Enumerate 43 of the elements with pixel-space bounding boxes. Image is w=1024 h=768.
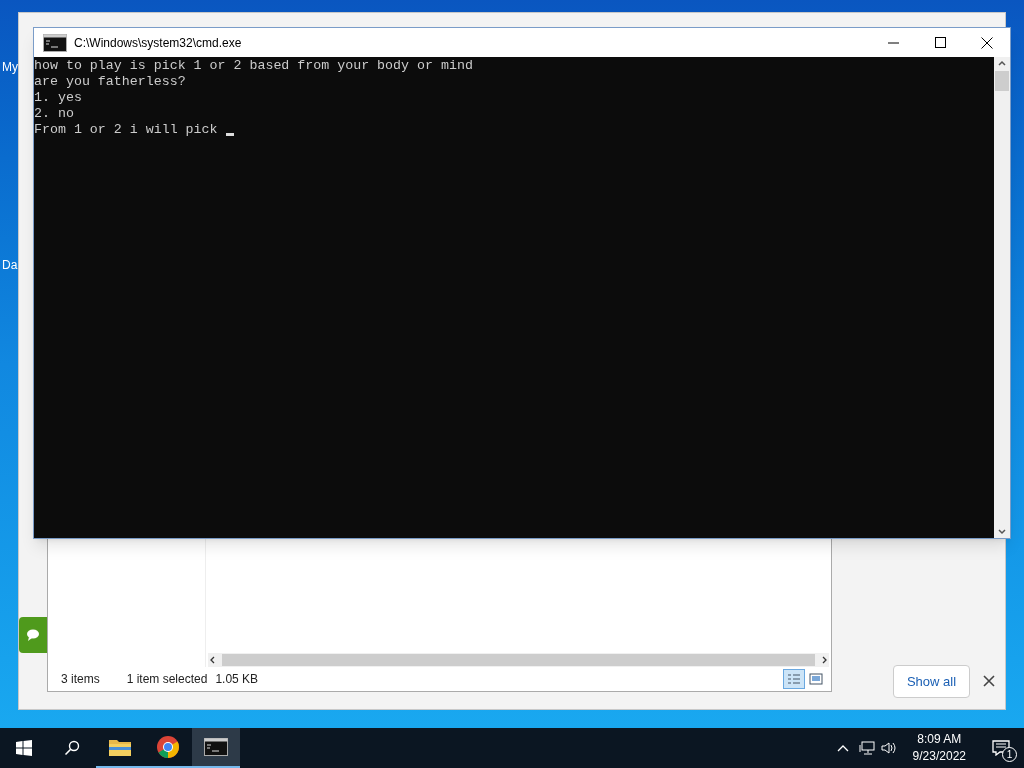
console-line: 2. no (34, 106, 74, 122)
desktop-icon-label[interactable]: Da (2, 256, 18, 274)
chat-icon (26, 628, 42, 642)
vertical-scrollbar[interactable] (994, 57, 1010, 538)
notification-button[interactable]: 1 (978, 728, 1024, 768)
scrollbar-thumb[interactable] (222, 654, 815, 666)
search-icon (64, 740, 80, 756)
network-icon[interactable] (858, 741, 875, 755)
browser-icon (156, 735, 180, 759)
taskbar-app-button[interactable] (192, 728, 240, 768)
message-icon (992, 740, 1010, 756)
windows-logo-icon (16, 740, 32, 756)
file-size: 1.05 KB (215, 671, 259, 688)
terminal-icon (204, 738, 228, 756)
window-title: C:\Windows\system32\cmd.exe (74, 34, 242, 52)
text-cursor (225, 133, 234, 136)
time-text: 8:09 AM (917, 731, 962, 748)
scroll-up-icon[interactable] (997, 59, 1007, 67)
show-all-button[interactable]: Show all (893, 665, 970, 698)
speaker-icon[interactable] (880, 741, 897, 755)
desktop-icon-label[interactable]: My (2, 58, 18, 76)
maximize-icon[interactable] (935, 37, 946, 48)
console-line: how to play is pick 1 or 2 based from your body or mind (34, 58, 473, 74)
preview-view-icon (809, 673, 823, 685)
scroll-down-icon[interactable] (997, 528, 1007, 536)
console-line: From 1 or 2 i will pick (34, 122, 219, 138)
clock[interactable]: 8:09 AM 9/23/2022 (906, 731, 972, 765)
folder-icon (108, 737, 132, 757)
console-line: are you fatherless? (34, 74, 186, 90)
date-text: 9/23/2022 (912, 748, 966, 765)
item-count: 3 items (61, 671, 100, 688)
chat-button[interactable] (19, 617, 49, 653)
horizontal-scrollbar[interactable] (208, 653, 829, 667)
console-line: 1. yes (34, 90, 82, 106)
selection-status: 1 item selected (126, 671, 208, 688)
scrollbar-thumb[interactable] (995, 71, 1009, 91)
details-view-icon (787, 673, 801, 685)
notification-badge: 1 (1002, 747, 1017, 762)
terminal-icon (43, 33, 67, 52)
close-icon[interactable] (983, 675, 995, 687)
close-icon[interactable] (981, 36, 993, 49)
chevron-up-icon[interactable] (836, 744, 849, 752)
minimize-icon[interactable] (888, 41, 899, 44)
